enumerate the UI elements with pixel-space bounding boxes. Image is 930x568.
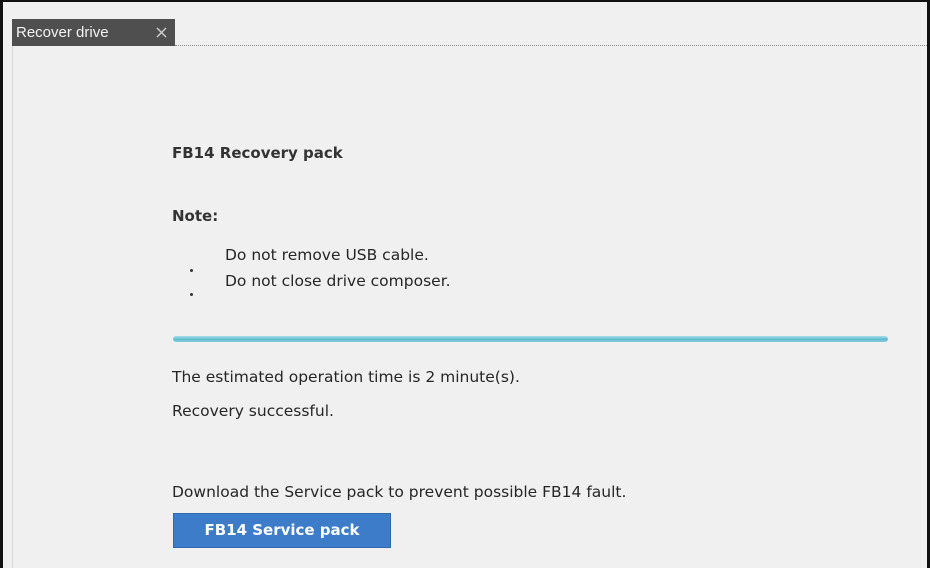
service-pack-prompt: Download the Service pack to prevent pos… (172, 483, 627, 501)
panel-left-border (12, 46, 13, 568)
tab-recover-drive[interactable]: Recover drive (12, 19, 175, 46)
recovery-pack-title: FB14 Recovery pack (172, 144, 343, 162)
tab-label: Recover drive (16, 24, 109, 41)
service-pack-button[interactable]: FB14 Service pack (173, 513, 391, 548)
recovery-status-text: Recovery successful. (172, 402, 334, 420)
tab-strip: Recover drive (3, 2, 927, 46)
recovery-progress-bar (173, 336, 888, 342)
estimated-time-text: The estimated operation time is 2 minute… (172, 368, 520, 386)
note-item-composer: Do not close drive composer. (225, 272, 451, 290)
tab-strip-divider (175, 45, 927, 46)
close-icon[interactable] (152, 19, 170, 46)
recovery-progress-fill (173, 336, 888, 342)
recover-drive-window: Recover drive FB14 Recovery pack Note: D… (0, 0, 930, 568)
note-label: Note: (172, 207, 219, 225)
bullet-icon (190, 269, 196, 275)
bullet-icon (190, 293, 196, 299)
note-item-usb: Do not remove USB cable. (225, 246, 429, 264)
